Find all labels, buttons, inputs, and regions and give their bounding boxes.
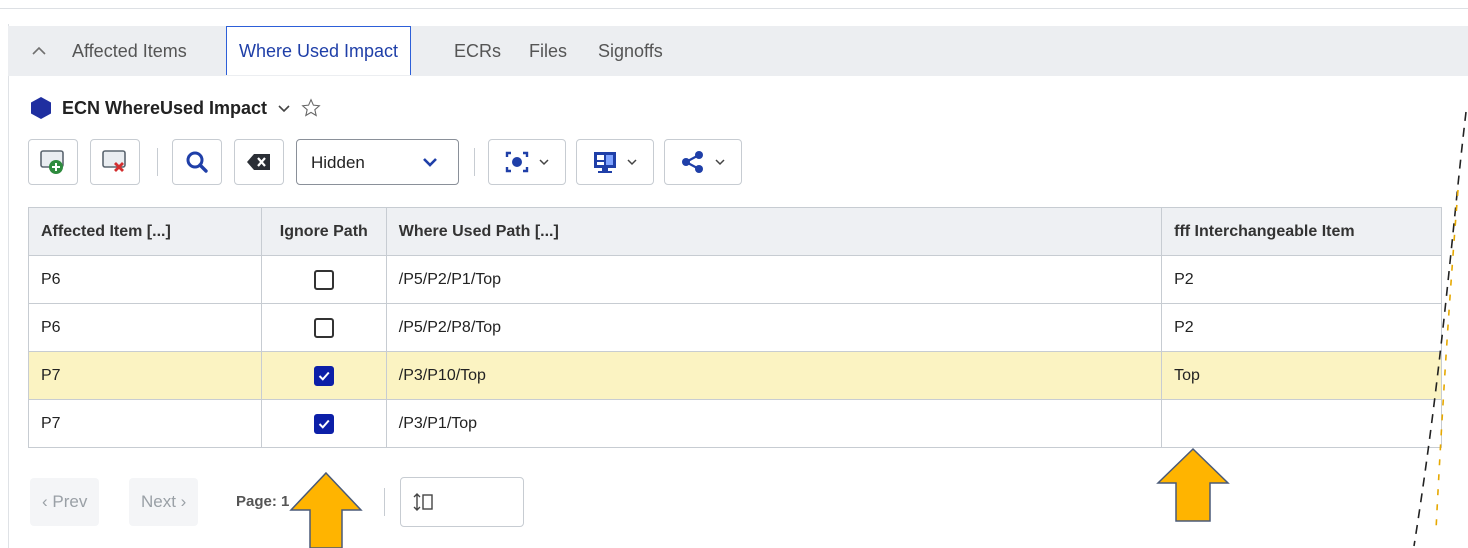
column-header-affected-item[interactable]: Affected Item [...] — [28, 207, 262, 256]
view-title: ECN WhereUsed Impact — [62, 97, 268, 118]
cell-where-used-path[interactable]: /P3/P10/Top — [385, 351, 1163, 400]
favorite-star-icon[interactable] — [301, 98, 321, 118]
cell-affected-item[interactable]: P6 — [28, 303, 262, 352]
cell-where-used-path[interactable]: /P5/P2/P1/Top — [385, 255, 1163, 304]
cell-affected-item[interactable]: P7 — [28, 399, 262, 448]
annotation-up-arrow-icon — [289, 471, 363, 548]
focus-view-menu-button[interactable] — [488, 139, 566, 185]
chevron-down-icon — [715, 159, 725, 166]
search-button[interactable] — [172, 139, 222, 185]
cell-affected-item[interactable]: P7 — [28, 351, 262, 400]
remove-row-icon — [102, 150, 126, 172]
view-title-row: ECN WhereUsed Impact — [30, 92, 321, 124]
ignore-path-checkbox[interactable] — [313, 269, 334, 290]
filter-select-value: Hidden — [311, 153, 365, 172]
add-row-icon — [40, 150, 64, 174]
view-hexagon-icon — [31, 97, 51, 119]
share-icon — [682, 151, 703, 173]
clear-search-button[interactable] — [234, 139, 284, 185]
annotation-dashed-curve — [1413, 111, 1467, 547]
pager-divider — [384, 488, 385, 516]
check-icon — [318, 371, 330, 381]
tab-where-used-impact[interactable]: Where Used Impact — [226, 26, 412, 75]
tab-affected-items[interactable]: Affected Items — [72, 26, 187, 76]
table-row[interactable]: P7 /P3/P1/Top — [28, 399, 1442, 448]
page-label: Page: 1 — [236, 493, 290, 510]
toolbar-divider — [474, 148, 475, 176]
focus-view-icon — [505, 151, 529, 173]
cell-ignore-path — [260, 399, 387, 448]
add-row-button[interactable] — [28, 139, 78, 185]
ignore-path-checkbox-checked[interactable] — [313, 413, 334, 434]
tab-bar: Affected Items Where Used Impact ECRs Fi… — [8, 26, 1468, 76]
table-row[interactable]: P6 /P5/P2/P8/Top P2 — [28, 303, 1442, 352]
cell-affected-item[interactable]: P6 — [28, 255, 262, 304]
annotation-up-arrow-icon — [1156, 447, 1230, 522]
chevron-down-icon — [423, 158, 437, 167]
remove-row-button[interactable] — [90, 139, 140, 185]
ignore-path-checkbox[interactable] — [313, 317, 334, 338]
table-row[interactable]: P6 /P5/P2/P1/Top P2 — [28, 255, 1442, 304]
column-header-ignore-path[interactable]: Ignore Path — [260, 207, 387, 256]
where-used-grid: Affected Item [...] Ignore Path Where Us… — [28, 207, 1442, 448]
filter-select[interactable]: Hidden — [296, 139, 459, 185]
next-page-button[interactable]: Next › — [129, 478, 199, 526]
backspace-icon — [247, 154, 270, 170]
row-height-control[interactable] — [400, 477, 524, 527]
prev-page-button[interactable]: ‹ Prev — [30, 478, 100, 526]
collapse-icon[interactable] — [32, 38, 52, 64]
share-menu-button[interactable] — [664, 139, 742, 185]
column-header-where-used-path[interactable]: Where Used Path [...] — [385, 207, 1163, 256]
tab-ecrs[interactable]: ECRs — [454, 26, 501, 76]
search-icon — [186, 151, 208, 173]
toolbar-divider — [157, 148, 158, 176]
display-menu-button[interactable] — [576, 139, 654, 185]
view-chevron-down-icon[interactable] — [277, 101, 291, 115]
cell-ignore-path — [260, 255, 387, 304]
cell-where-used-path[interactable]: /P5/P2/P8/Top — [385, 303, 1163, 352]
chevron-down-icon — [539, 159, 549, 166]
cell-ignore-path — [260, 303, 387, 352]
cell-where-used-path[interactable]: /P3/P1/Top — [385, 399, 1163, 448]
tab-signoffs[interactable]: Signoffs — [598, 26, 663, 76]
check-icon — [318, 419, 330, 429]
ignore-path-checkbox-checked[interactable] — [313, 365, 334, 386]
top-divider — [0, 8, 1468, 9]
chevron-down-icon — [627, 159, 637, 166]
table-header-row: Affected Item [...] Ignore Path Where Us… — [28, 207, 1442, 256]
cell-ignore-path — [260, 351, 387, 400]
display-icon — [594, 152, 616, 173]
tab-files[interactable]: Files — [529, 26, 567, 76]
row-height-icon — [413, 493, 433, 511]
table-row-selected[interactable]: P7 /P3/P10/Top Top — [28, 351, 1442, 400]
